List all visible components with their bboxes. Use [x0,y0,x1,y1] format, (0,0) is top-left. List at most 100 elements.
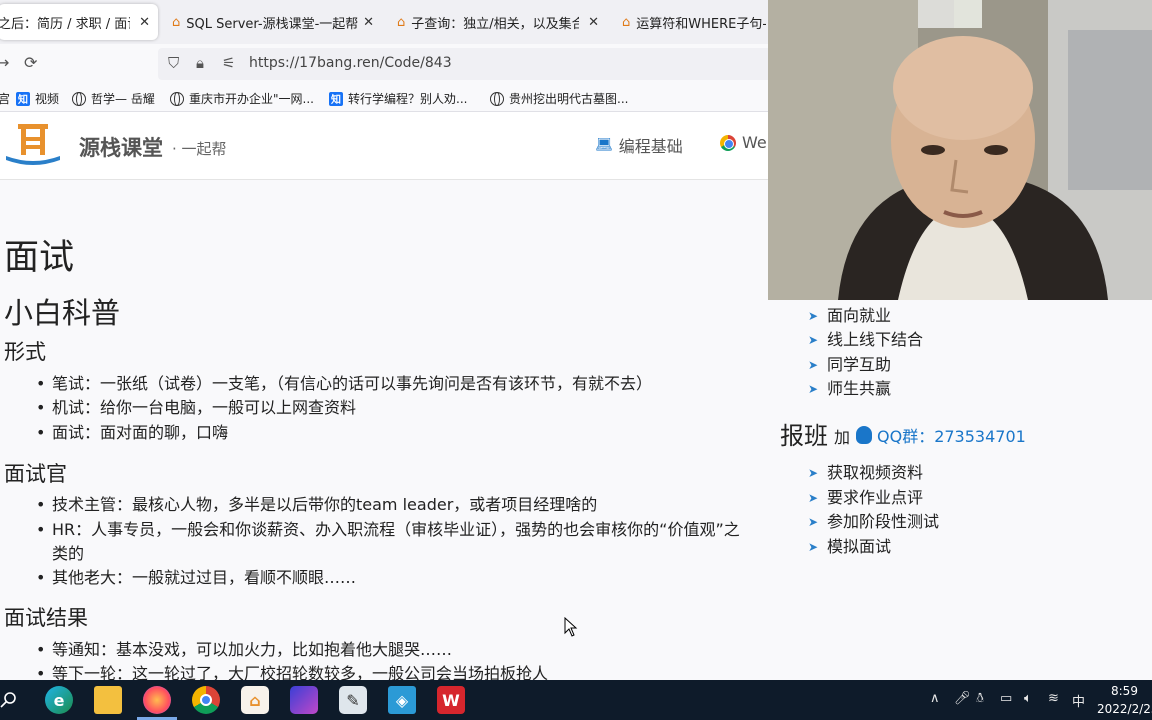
tab-interview[interactable]: 之后：简历 / 求职 / 面试 / 社交 ✕ [0,4,158,40]
17bang-icon[interactable]: ⌂ [241,686,269,714]
nav-programming-basics[interactable]: 💻︎ 编程基础 [595,133,683,157]
url-text[interactable]: https://17bang.ren/Code/843 [249,55,452,71]
webcam-video [768,0,1152,300]
chrome-icon [720,134,736,151]
arrow-right-icon: ➤ [808,491,819,505]
list-item: 技术主管：最核心人物，多半是以后带你的team leader，或者项目经理啥的 [36,493,597,517]
zhihu-icon: 知 [16,91,30,106]
page-title: 面试 [4,238,75,278]
bookmark-item[interactable]: 宫 [0,90,10,107]
close-tab-icon[interactable]: ✕ [363,15,374,30]
list-item: 等下一轮：这一轮过了，大厂校招轮数较多，一般公司会当场拍板抢人 [36,662,548,680]
tab-sql-server[interactable]: ⌂ SQL Server-源栈课堂-一起帮 ✕ [160,4,382,40]
site-subtitle: · 一起帮 [172,140,227,158]
section-heading: 小白科普 [4,296,121,330]
feature-item: 面向就业 [827,306,892,325]
bookmark-label: 哲学— 岳耀 [91,92,155,106]
firefox-icon[interactable] [143,686,171,714]
lock-icon[interactable]: 🔒︎ [196,54,204,72]
join-label: 加 [834,428,851,447]
file-explorer-icon[interactable] [94,686,122,714]
volume-icon[interactable]: 🔈︎ [1024,691,1032,706]
bookmark-item[interactable]: 贵州挖出明代古墓图... [490,90,628,107]
bookmark-label: 宫 [0,92,11,106]
arrow-right-icon: ➤ [808,515,819,529]
tab-title: 运算符和WHERE子句-源栈课堂 [636,16,767,32]
17bang-favicon-icon: ⌂ [397,14,406,30]
benefit-item: 模拟面试 [827,537,892,556]
nav-label: 编程基础 [618,137,683,156]
subsection-heading: 面试结果 [4,606,88,630]
webcam-person-image [768,0,1152,300]
nav-web[interactable]: We [720,133,767,152]
mouse-cursor-icon [564,617,578,637]
reload-icon[interactable]: ⟳ [24,53,37,72]
article-content: 面试 小白科普 形式 笔试：一张纸（试卷）一支笔，（有信心的话可以事先询问是否有… [0,181,768,680]
windows-taskbar: e ⌂ ✎ ◈ W ∧ 🎤︎ 🐧︎ ▭ 🔈︎ ≋ 中 8:59 2022/2/2… [0,680,1152,720]
bookmark-label: 转行学编程？别人劝... [348,92,468,106]
bookmark-label: 贵州挖出明代古墓图... [509,92,629,106]
benefit-item: 要求作业点评 [827,488,924,507]
bookmark-item[interactable]: 知 视频 [16,90,59,107]
battery-icon[interactable]: ▭ [1000,691,1012,706]
feature-item: 师生共赢 [827,379,892,398]
bookmark-item[interactable]: 知 转行学编程？别人劝... [329,90,467,107]
edge-icon[interactable]: e [45,686,73,714]
right-sidebar: ➤ 面向就业 ➤ 线上线下结合 ➤ 同学互助 ➤ 师生共赢 报班 加 QQ群：2… [768,300,1152,680]
shield-icon[interactable]: ⛉ [168,54,179,72]
clock-time[interactable]: 8:59 [1111,684,1138,698]
list-item: 笔试：一张纸（试卷）一支笔，（有信心的话可以事先询问是否有该环节，有就不去） [36,372,652,396]
bookmark-item[interactable]: 重庆市开办企业"一网... [170,90,314,107]
zhihu-icon: 知 [329,91,343,106]
app-icon[interactable]: ◈ [388,686,416,714]
benefit-item: 获取视频资料 [827,463,924,482]
arrow-right-icon: ➤ [808,382,819,396]
qq-group-link[interactable]: QQ群：273534701 [856,423,1026,447]
tab-subquery[interactable]: ⌂ 子查询：独立/相关，以及集合运算 ✕ [385,4,607,40]
photos-icon[interactable] [290,686,318,714]
bookmark-item[interactable]: 哲学— 岳耀 [72,90,155,107]
address-bar[interactable]: ⛉ 🔒︎ ⚟ https://17bang.ren/Code/843 [158,48,778,80]
arrow-right-icon: ➤ [808,466,819,480]
paint-icon[interactable]: ✎ [339,686,367,714]
laptop-icon: 💻︎ [595,137,613,153]
feature-item: 同学互助 [827,355,892,374]
tab-title: 之后：简历 / 求职 / 面试 / 社交 [0,16,130,32]
wps-icon[interactable]: W [437,686,465,714]
forward-arrow-icon[interactable]: → [0,53,9,72]
arrow-right-icon: ➤ [808,333,819,347]
microphone-icon[interactable]: 🎤︎ [954,691,971,706]
qq-group-text: QQ群：273534701 [877,427,1026,446]
wifi-icon[interactable]: ≋ [1048,691,1059,706]
chevron-up-icon[interactable]: ∧ [930,691,940,706]
chrome-icon[interactable] [192,686,220,714]
logo-icon[interactable] [4,120,62,168]
nav-label: We [742,133,767,152]
site-name[interactable]: 源栈课堂 [79,132,163,162]
bookmark-label: 重庆市开办企业"一网... [189,92,314,106]
list-item: HR：人事专员，一般会和你谈薪资、办入职流程（审核毕业证），强势的也会审核你的“… [36,518,742,566]
close-tab-icon[interactable]: ✕ [139,15,150,30]
subsection-heading: 面试官 [4,462,67,486]
search-icon[interactable] [0,691,18,709]
enroll-heading: 报班 [780,422,828,450]
benefit-item: 参加阶段性测试 [827,512,940,531]
17bang-favicon-icon: ⌂ [622,14,631,30]
feature-item: 线上线下结合 [827,330,924,349]
17bang-favicon-icon: ⌂ [172,14,181,30]
tab-operators[interactable]: ⌂ 运算符和WHERE子句-源栈课堂 [610,4,770,40]
permissions-icon[interactable]: ⚟ [222,54,235,72]
subsection-heading: 形式 [4,340,46,364]
qq-tray-icon[interactable]: 🐧︎ [976,691,984,707]
arrow-right-icon: ➤ [808,309,819,323]
clock-date[interactable]: 2022/2/25 [1097,702,1152,716]
globe-icon [72,91,86,106]
arrow-right-icon: ➤ [808,358,819,372]
list-item: 面试：面对面的聊，口嗨 [36,421,228,445]
tab-title: 子查询：独立/相关，以及集合运算 [411,16,580,32]
close-tab-icon[interactable]: ✕ [588,15,599,30]
globe-icon [490,91,504,106]
tab-title: SQL Server-源栈课堂-一起帮 [186,16,359,32]
ime-indicator[interactable]: 中 [1072,691,1085,710]
list-item: 机试：给你一台电脑，一般可以上网查资料 [36,396,356,420]
